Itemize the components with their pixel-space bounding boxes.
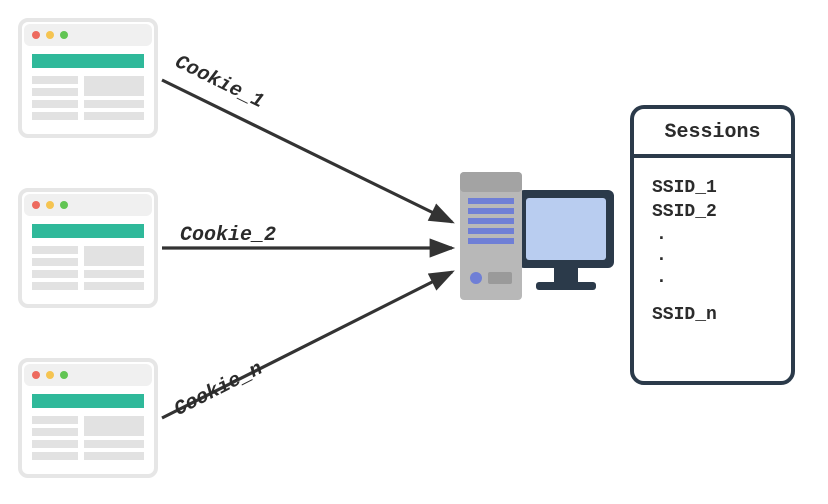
browser-window-2: [18, 188, 158, 308]
sessions-panel: Sessions SSID_1 SSID_2 . . . SSID_n: [630, 105, 795, 385]
browser-window-1: [18, 18, 158, 138]
diagram-canvas: Cookie_1 Cookie_2 Cookie_n Sessions SSID…: [0, 0, 828, 504]
server-icon: [450, 160, 620, 330]
arrow-label-1: Cookie_1: [171, 51, 267, 114]
arrow-cookie-1: [162, 80, 452, 222]
session-item: SSID_2: [652, 200, 791, 224]
session-ellipsis: .: [656, 225, 791, 247]
session-item: SSID_n: [652, 303, 791, 327]
sessions-title: Sessions: [634, 109, 791, 158]
sessions-body: SSID_1 SSID_2 . . . SSID_n: [634, 158, 791, 328]
browser-window-n: [18, 358, 158, 478]
session-ellipsis: .: [656, 246, 791, 268]
session-item: SSID_1: [652, 176, 791, 200]
arrow-label-n: Cookie_n: [171, 358, 267, 422]
session-ellipsis: .: [656, 268, 791, 290]
arrow-label-2: Cookie_2: [180, 224, 276, 247]
